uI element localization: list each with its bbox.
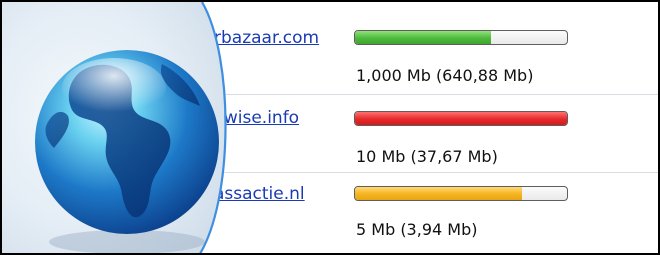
usage-text: 5 Mb (3,94 Mb) <box>356 220 478 239</box>
site-list: rbazaar.com 1,000 Mb (640,88 Mb) kwise.i… <box>2 2 658 253</box>
usage-progress-fill <box>355 31 491 44</box>
list-item: kwise.info 10 Mb (37,67 Mb) <box>2 94 658 174</box>
usage-text: 1,000 Mb (640,88 Mb) <box>356 66 534 85</box>
usage-progress-fill <box>355 187 523 200</box>
disk-usage-panel: rbazaar.com 1,000 Mb (640,88 Mb) kwise.i… <box>0 0 660 255</box>
list-item: assactie.nl 5 Mb (3,94 Mb) <box>2 172 658 252</box>
site-link-kwise[interactable]: kwise.info <box>214 108 299 128</box>
usage-progress-bar <box>354 30 568 45</box>
site-link-rbazaar[interactable]: rbazaar.com <box>214 28 319 48</box>
usage-text: 10 Mb (37,67 Mb) <box>356 147 498 166</box>
list-item: rbazaar.com 1,000 Mb (640,88 Mb) <box>2 2 658 85</box>
usage-progress-fill <box>355 112 567 125</box>
usage-progress-bar <box>354 186 568 201</box>
site-link-assactie[interactable]: assactie.nl <box>214 184 305 204</box>
usage-progress-bar <box>354 111 568 126</box>
